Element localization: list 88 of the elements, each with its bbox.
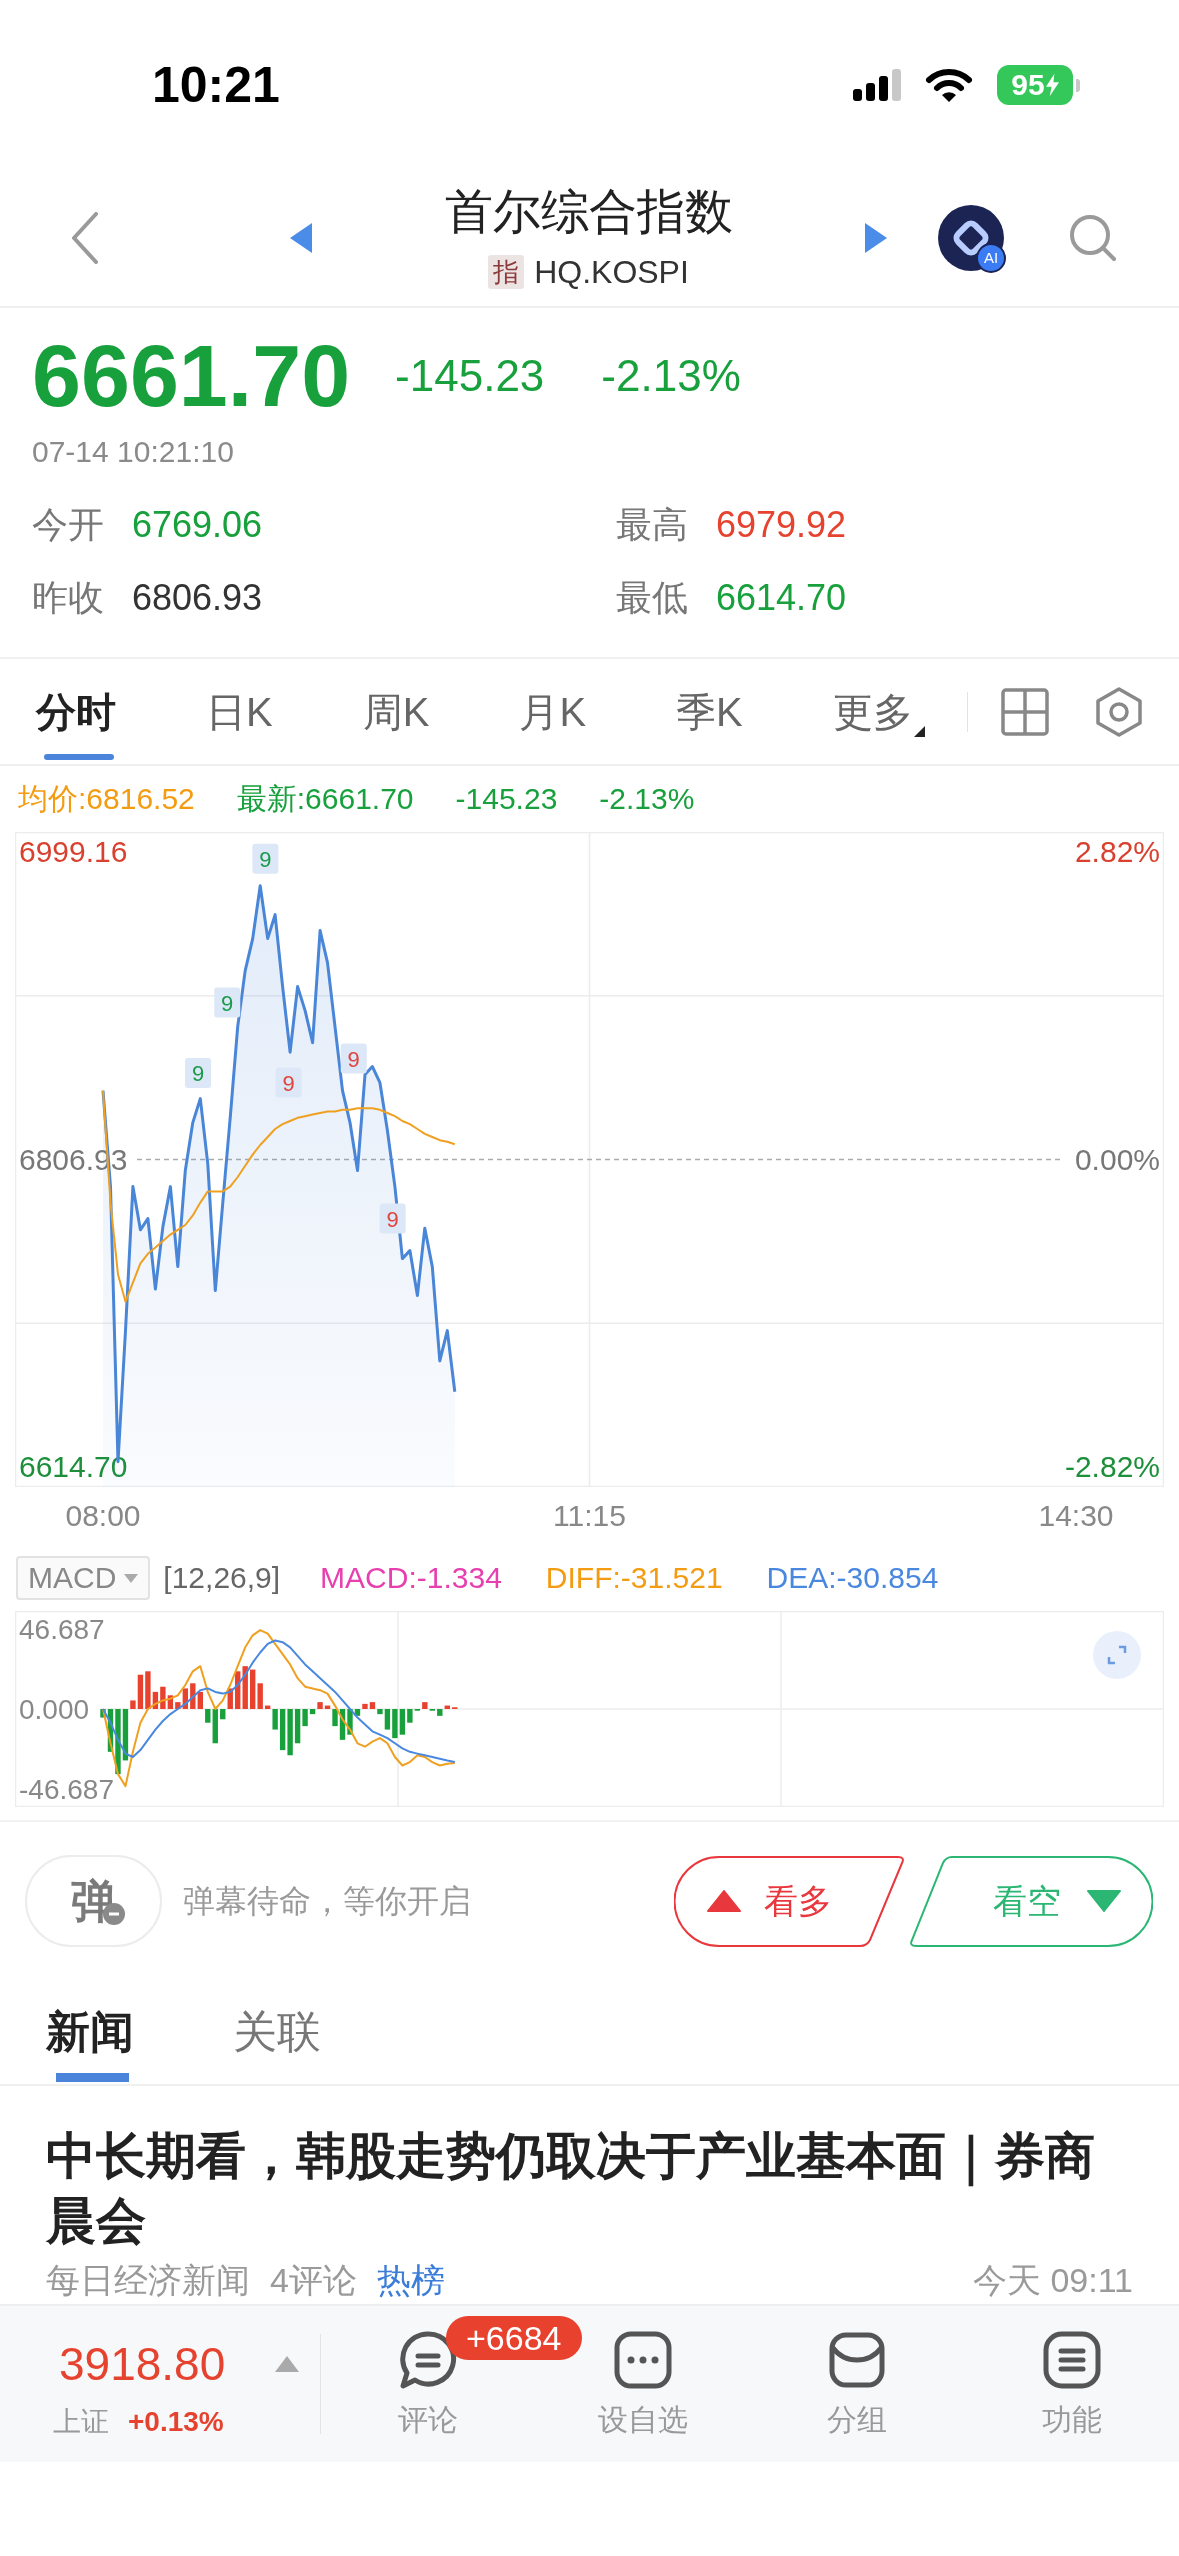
index-code: HQ.KOSPI (534, 256, 689, 288)
danmaku-toggle[interactable]: 弹 (25, 1855, 162, 1947)
news-comment-count: 4评论 (270, 2263, 357, 2297)
price-change: -145.23 (395, 354, 545, 398)
grid-icon (1001, 687, 1049, 736)
triangle-left-icon (290, 223, 312, 253)
time-axis-label: 14:30 (1038, 1499, 1114, 1533)
signal-tag: 9 (185, 1058, 212, 1088)
battery-cap (1076, 78, 1080, 92)
news-time: 今天 09:11 (973, 2263, 1133, 2297)
expand-icon (1105, 1643, 1129, 1667)
indicator-value: DEA:-30.854 (766, 1563, 939, 1593)
expand-chart-button[interactable] (1093, 1631, 1141, 1679)
quote-timestamp: 07-14 10:21:10 (32, 434, 235, 470)
stat-label: 最低 (616, 580, 688, 616)
time-axis-label: 11:15 (553, 1499, 626, 1533)
stat-value: 6769.06 (132, 507, 263, 543)
menu-icon (1041, 2330, 1102, 2390)
dots-square-icon (612, 2330, 673, 2390)
ai-assistant-button[interactable]: AI (938, 205, 1004, 271)
news-tab[interactable]: 新闻 (46, 1980, 134, 2084)
news-tag[interactable]: 热榜 (376, 2263, 445, 2297)
stat-value: 6979.92 (716, 507, 847, 543)
settings-icon (1096, 686, 1142, 737)
comment-count-badge: +6684 (446, 2316, 582, 2360)
percent-axis-label: 0.00% (1074, 1142, 1160, 1176)
chart-period-tab[interactable]: 更多 (832, 659, 925, 764)
indicator-value: MACD:-1.334 (320, 1563, 502, 1593)
price-change-percent: -2.13% (601, 354, 741, 398)
macd-axis-label: 0.000 (19, 1694, 90, 1725)
triangle-down-icon (1087, 1890, 1121, 1912)
ai-badge: AI (976, 243, 1006, 273)
charging-bolt-icon (1045, 73, 1059, 97)
chart-legend-value: -2.13% (599, 784, 695, 814)
macd-axis-label: 46.687 (19, 1614, 105, 1645)
status-time: 10:21 (152, 60, 280, 110)
layout-button[interactable] (1001, 687, 1049, 736)
chart-period-tab[interactable]: 周K (362, 659, 430, 764)
chart-legend-value: 均价:6816.52 (18, 784, 195, 814)
indicator-params: [12,26,9] (163, 1563, 281, 1593)
speech-bubble-icon (398, 2330, 459, 2390)
cellular-signal-icon (853, 69, 901, 101)
battery-percent: 95 (1011, 70, 1045, 100)
news-headline[interactable]: 中长期看，韩股走势仍取决于产业基本面｜券商晨会 (46, 2124, 1133, 2254)
index-title: 首尔综合指数 (444, 184, 733, 240)
percent-axis-label: 2.82% (1074, 835, 1160, 868)
group-action-button[interactable]: 分组 (797, 2306, 918, 2462)
wifi-icon (925, 67, 973, 103)
stat-value: 6614.70 (716, 580, 847, 616)
bullish-button[interactable]: 看多 (674, 1855, 906, 1947)
signal-tag: 9 (252, 843, 279, 874)
triangle-up-icon (707, 1890, 741, 1912)
stat-value: 6806.93 (132, 580, 263, 616)
price-axis-label: 6999.16 (19, 835, 128, 868)
market-index-change: +0.13% (128, 2408, 224, 2436)
chart-period-tab[interactable]: 日K (206, 659, 273, 764)
signal-tag: 9 (340, 1043, 367, 1074)
watchlist-action-button[interactable]: 设自选 (582, 2306, 703, 2462)
price-axis-label: 6614.70 (19, 1450, 128, 1483)
tray-icon (827, 2330, 888, 2390)
caret-up-icon (275, 2356, 300, 2372)
stat-label: 昨收 (32, 580, 104, 616)
indicator-value: DIFF:-31.521 (545, 1563, 723, 1593)
caret-down-icon (124, 1573, 139, 1583)
search-icon (1068, 213, 1118, 263)
settings-button[interactable] (1096, 686, 1142, 737)
menu-action-button[interactable]: 功能 (1011, 2306, 1132, 2462)
percent-axis-label: -2.82% (1064, 1450, 1160, 1483)
chart-period-tab[interactable]: 月K (519, 659, 587, 764)
chart-period-tab[interactable]: 分时 (36, 659, 116, 764)
news-source: 每日经济新闻 (46, 2263, 250, 2297)
triangle-right-icon (865, 223, 887, 253)
index-price: 6661.70 (32, 332, 351, 420)
index-type-badge: 指 (488, 255, 525, 289)
macd-axis-label: -46.687 (19, 1774, 114, 1805)
stat-label: 最高 (616, 507, 688, 543)
chart-legend-value: -145.23 (455, 784, 558, 814)
stat-label: 今开 (32, 507, 104, 543)
time-axis-label: 08:00 (65, 1499, 141, 1533)
chart-legend-value: 最新:6661.70 (236, 784, 414, 814)
market-index-price: 3918.80 (59, 2341, 226, 2387)
chevron-left-icon (70, 212, 100, 264)
news-tab[interactable]: 关联 (233, 1980, 321, 2084)
danmaku-hint: 弹幕待命，等你开启 (183, 1885, 471, 1917)
signal-tag: 9 (214, 987, 241, 1018)
indicator-dropdown[interactable]: MACD (16, 1556, 151, 1600)
chart-period-tab[interactable]: 季K (676, 659, 743, 764)
market-index-name: 上证 (53, 2408, 109, 2436)
